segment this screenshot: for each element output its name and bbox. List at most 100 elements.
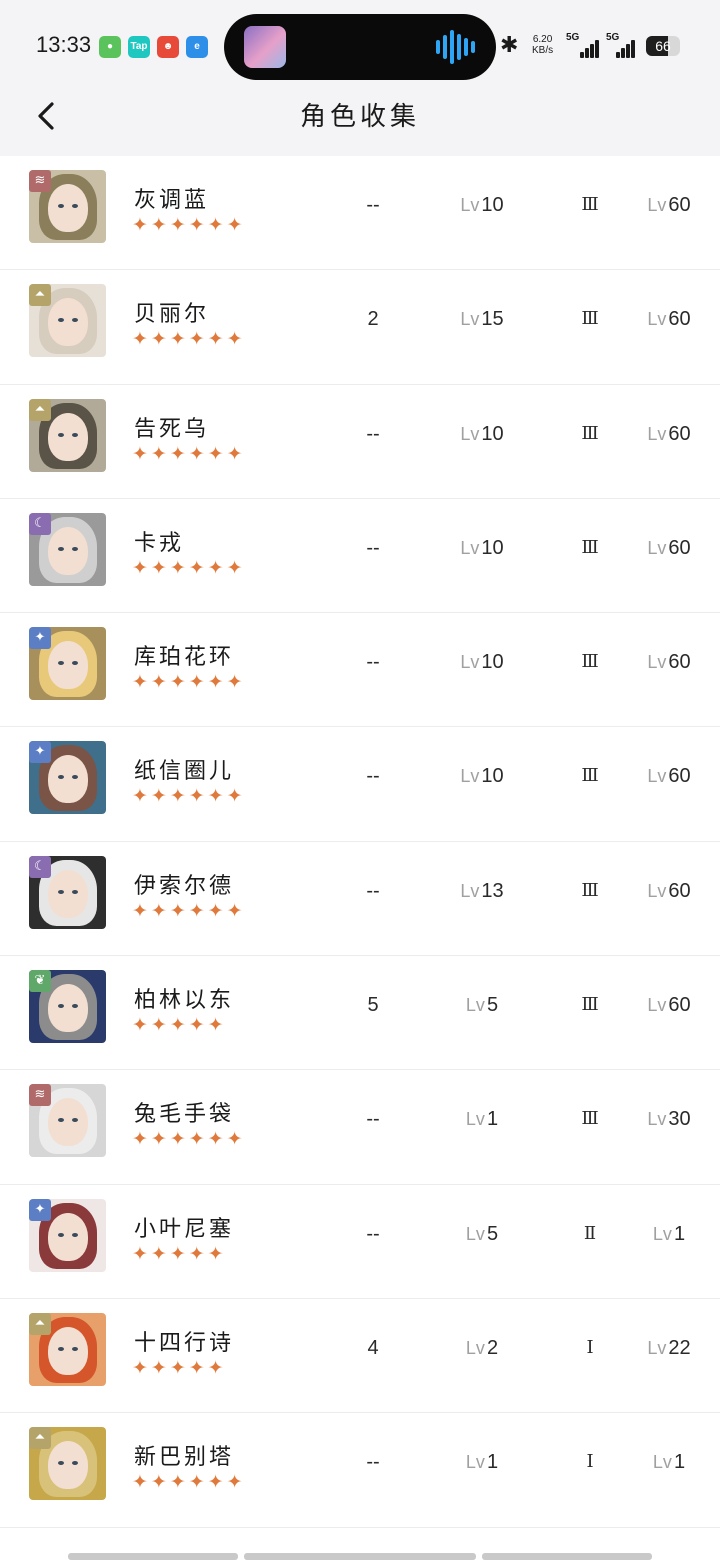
rarity-stars: ✦✦✦✦✦✦ <box>132 785 246 808</box>
character-level: Lv 15 <box>440 308 524 331</box>
character-level: Lv 13 <box>440 880 524 903</box>
character-row[interactable]: ⏶ 贝丽尔 ✦✦✦✦✦✦ 2 Lv 15 Ⅲ Lv 60 <box>0 270 720 385</box>
portrait-eye <box>72 546 78 551</box>
insight-rank: Ⅲ <box>581 194 599 215</box>
level-prefix: Lv <box>652 1452 672 1473</box>
taptap-app-icon: Tap <box>128 36 150 58</box>
character-list: ≋ 灰调蓝 ✦✦✦✦✦✦ -- Lv 10 Ⅲ Lv 60 ⏶ 贝丽尔 ✦✦✦✦✦✦… <box>0 156 720 1528</box>
character-level: Lv 5 <box>440 1223 524 1246</box>
max-level-value: 60 <box>668 308 691 331</box>
afflatus-star-icon: ✦ <box>29 627 51 650</box>
character-row[interactable]: ✦ 纸信圈儿 ✦✦✦✦✦✦ -- Lv 10 Ⅲ Lv 60 <box>0 727 720 842</box>
character-portrait: ✦ <box>29 741 106 815</box>
portray-count: -- <box>366 1108 380 1131</box>
max-level-value: 60 <box>668 765 691 788</box>
maps-app-icon: ● <box>99 36 121 58</box>
afflatus-star-icon: ✦ <box>29 741 51 764</box>
portrait-face <box>48 526 88 575</box>
portrait-face <box>48 755 88 804</box>
max-level-value: 60 <box>668 422 691 445</box>
character-row[interactable]: ☾ 伊索尔德 ✦✦✦✦✦✦ -- Lv 13 Ⅲ Lv 60 <box>0 842 720 957</box>
level-prefix: Lv <box>465 1452 485 1473</box>
character-portrait: ☾ <box>29 512 106 586</box>
level-prefix: Lv <box>460 652 480 673</box>
level-value: 10 <box>481 765 504 788</box>
insight-rank: Ⅲ <box>581 879 599 901</box>
max-level: Lv 60 <box>628 194 710 217</box>
max-level: Lv 60 <box>628 880 710 903</box>
max-level: Lv 22 <box>628 1337 710 1360</box>
portrait-eye <box>58 204 64 208</box>
insight-rank: Ⅲ <box>581 536 599 558</box>
level-value: 13 <box>481 879 504 902</box>
portrait-eye <box>58 546 64 551</box>
level-prefix: Lv <box>647 995 667 1016</box>
portrait-face <box>48 412 88 461</box>
portray-count: -- <box>366 879 380 902</box>
level-prefix: Lv <box>465 995 485 1016</box>
afflatus-spirit-icon: ☾ <box>29 512 51 535</box>
character-row[interactable]: ⏶ 十四行诗 ✦✦✦✦✦ 4 Lv 2 Ⅰ Lv 22 <box>0 1299 720 1414</box>
network-speed-value: 6.20 <box>532 34 553 45</box>
afflatus-beast-icon: ≋ <box>29 1084 51 1107</box>
scroll-indicator-segment <box>68 1553 238 1560</box>
insight-rank: Ⅲ <box>581 422 599 444</box>
character-portrait: ❦ <box>29 970 106 1044</box>
page-header: 角色收集 <box>0 86 720 156</box>
character-name: 告死乌 <box>134 416 210 442</box>
rarity-stars: ✦✦✦✦✦✦ <box>132 442 246 465</box>
rarity-stars: ✦✦✦✦✦ <box>132 1014 227 1037</box>
max-level: Lv 60 <box>628 423 710 446</box>
dynamic-island[interactable] <box>224 14 496 80</box>
level-prefix: Lv <box>647 195 667 215</box>
level-prefix: Lv <box>647 652 667 673</box>
level-prefix: Lv <box>460 537 480 558</box>
portrait-eye <box>58 1346 64 1351</box>
level-value: 5 <box>486 1222 499 1245</box>
signal-2: 5G <box>606 32 642 58</box>
character-name: 新巴别塔 <box>134 1445 235 1471</box>
level-value: 10 <box>481 651 504 674</box>
character-level: Lv 1 <box>440 1451 524 1474</box>
status-time: 13:33 <box>36 32 92 57</box>
game-app-icon: ☻ <box>157 36 179 58</box>
character-row[interactable]: ✦ 库珀花环 ✦✦✦✦✦✦ -- Lv 10 Ⅲ Lv 60 <box>0 613 720 728</box>
level-value: 2 <box>486 1336 499 1359</box>
network-type-1: 5G <box>566 32 580 43</box>
character-portrait: ☾ <box>29 855 106 929</box>
rarity-stars: ✦✦✦✦✦✦ <box>132 1128 246 1151</box>
rarity-stars: ✦✦✦✦✦ <box>132 1242 227 1265</box>
character-portrait: ✦ <box>29 1198 106 1272</box>
portrait-face <box>48 641 88 690</box>
insight-rank: Ⅲ <box>581 651 599 673</box>
afflatus-mineral-icon: ⏶ <box>29 284 51 307</box>
portrait-eye <box>72 1232 78 1237</box>
character-row[interactable]: ⏶ 告死乌 ✦✦✦✦✦✦ -- Lv 10 Ⅲ Lv 60 <box>0 385 720 499</box>
level-prefix: Lv <box>460 423 480 444</box>
insight-rank: Ⅰ <box>586 1336 594 1358</box>
portrait-face <box>48 1212 88 1261</box>
character-level: Lv 10 <box>440 537 524 560</box>
portray-count: 2 <box>367 308 379 331</box>
max-level: Lv 1 <box>628 1223 710 1246</box>
character-row[interactable]: ☾ 卡戎 ✦✦✦✦✦✦ -- Lv 10 Ⅲ Lv 60 <box>0 499 720 614</box>
network-type-2: 5G <box>606 32 620 43</box>
character-row[interactable]: ⏶ 新巴别塔 ✦✦✦✦✦✦ -- Lv 1 Ⅰ Lv 1 <box>0 1413 720 1528</box>
level-prefix: Lv <box>465 1223 485 1244</box>
character-row[interactable]: ✦ 小叶尼塞 ✦✦✦✦✦ -- Lv 5 Ⅱ Lv 1 <box>0 1185 720 1299</box>
level-prefix: Lv <box>647 1337 667 1358</box>
character-name: 库珀花环 <box>134 645 235 671</box>
scroll-indicator-segment <box>244 1553 476 1560</box>
insight-rank: Ⅲ <box>581 994 599 1016</box>
afflatus-mineral-icon: ⏶ <box>29 1427 51 1450</box>
character-name: 灰调蓝 <box>134 188 210 213</box>
afflatus-plant-icon: ❦ <box>29 970 51 993</box>
portrait-face <box>48 1098 88 1147</box>
character-row[interactable]: ❦ 柏林以东 ✦✦✦✦✦ 5 Lv 5 Ⅲ Lv 60 <box>0 956 720 1071</box>
character-row[interactable]: ≋ 灰调蓝 ✦✦✦✦✦✦ -- Lv 10 Ⅲ Lv 60 <box>0 156 720 271</box>
level-prefix: Lv <box>647 309 667 330</box>
level-value: 5 <box>486 994 499 1017</box>
character-name: 伊索尔德 <box>134 873 235 899</box>
character-row[interactable]: ≋ 兔毛手袋 ✦✦✦✦✦✦ -- Lv 1 Ⅲ Lv 30 <box>0 1070 720 1185</box>
max-level: Lv 30 <box>628 1108 710 1131</box>
